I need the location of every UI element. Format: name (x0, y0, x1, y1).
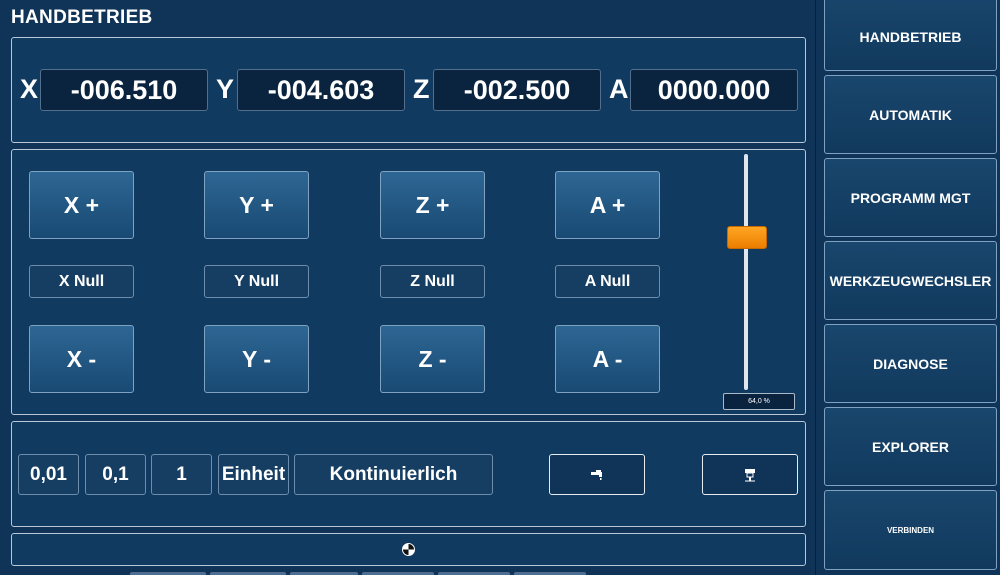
jog-z-plus-button[interactable]: Z + (380, 171, 485, 239)
nav-label: AUTOMATIK (869, 106, 952, 123)
feed-override-value: 64,0 % (723, 393, 795, 410)
nav-explorer[interactable]: EXPLORER (824, 407, 997, 486)
axis-label-a: A (609, 74, 629, 104)
axis-value-x: -006.510 (40, 69, 208, 111)
axis-label-x: X (20, 74, 39, 104)
nav-label: VERBINDEN (886, 525, 935, 535)
nav-label: WERKZEUGWECHSLER (829, 272, 992, 289)
nav-automatik[interactable]: AUTOMATIK (824, 75, 997, 154)
nav-label: EXPLORER (871, 438, 949, 455)
jog-a-plus-button[interactable]: A + (555, 171, 660, 239)
x-null-button[interactable]: X Null (29, 265, 134, 298)
feed-override-track[interactable] (744, 154, 748, 390)
spindle-icon (745, 468, 755, 481)
axis-value-z: -002.500 (433, 69, 601, 111)
page-title: HANDBETRIEB (11, 7, 153, 28)
step-1-button[interactable]: 1 (151, 454, 212, 495)
nav-label: PROGRAMM MGT (850, 189, 971, 206)
step-unit-button[interactable]: Einheit (218, 454, 289, 495)
jog-a-minus-button[interactable]: A - (555, 325, 660, 393)
continuous-button[interactable]: Kontinuierlich (294, 454, 493, 495)
z-null-button[interactable]: Z Null (380, 265, 485, 298)
jog-y-minus-button[interactable]: Y - (204, 325, 309, 393)
nav-label: HANDBETRIEB (859, 28, 962, 45)
step-0-01-button[interactable]: 0,01 (18, 454, 79, 495)
sidebar: HANDBETRIEB AUTOMATIK PROGRAMM MGT WERKZ… (817, 0, 1000, 575)
axis-label-z: Z (413, 74, 430, 104)
axis-value-a: 0000.000 (630, 69, 798, 111)
axis-value-y: -004.603 (237, 69, 405, 111)
axis-label-y: Y (216, 74, 235, 104)
y-null-button[interactable]: Y Null (204, 265, 309, 298)
step-0-1-button[interactable]: 0,1 (85, 454, 146, 495)
jog-y-plus-button[interactable]: Y + (204, 171, 309, 239)
faucet-icon (591, 469, 602, 480)
main-panel: HANDBETRIEB X -006.510 Y -004.603 Z -002… (0, 0, 816, 575)
status-icon (402, 543, 415, 556)
coolant-button[interactable] (549, 454, 645, 495)
jog-x-plus-button[interactable]: X + (29, 171, 134, 239)
nav-programm-mgt[interactable]: PROGRAMM MGT (824, 158, 997, 237)
spindle-button[interactable] (702, 454, 798, 495)
nav-handbetrieb[interactable]: HANDBETRIEB (824, 0, 997, 71)
nav-verbinden[interactable]: VERBINDEN (824, 490, 997, 570)
nav-label: DIAGNOSE (873, 355, 948, 372)
jog-z-minus-button[interactable]: Z - (380, 325, 485, 393)
nav-diagnose[interactable]: DIAGNOSE (824, 324, 997, 403)
jog-x-minus-button[interactable]: X - (29, 325, 134, 393)
nav-werkzeugwechsler[interactable]: WERKZEUGWECHSLER (824, 241, 997, 320)
feed-override-handle[interactable] (727, 225, 767, 249)
a-null-button[interactable]: A Null (555, 265, 660, 298)
